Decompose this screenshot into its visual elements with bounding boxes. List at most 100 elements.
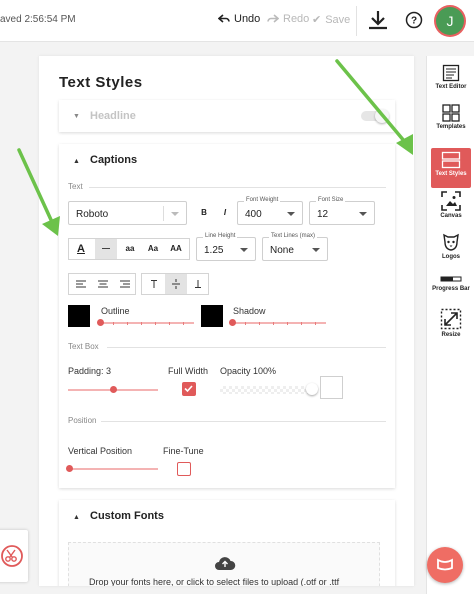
- resize-icon: [440, 308, 462, 330]
- chevron-up-icon[interactable]: ▲: [73, 158, 80, 165]
- rail-item-text-editor[interactable]: Text Editor: [431, 64, 471, 90]
- case-none-button[interactable]: —: [95, 239, 117, 259]
- rail-item-progress-bar[interactable]: Progress Bar: [431, 274, 471, 292]
- top-bar: aved 2:56:54 PM Undo Redo ✔ Save ? J: [0, 0, 474, 42]
- outline-slider-thumb[interactable]: [97, 319, 104, 326]
- chat-button[interactable]: [427, 547, 463, 583]
- text-styles-panel: Text Styles ▼ Headline ▲ Captions Text R…: [39, 56, 414, 586]
- save-button[interactable]: ✔ Save: [312, 13, 351, 27]
- rail-label: Progress Bar: [432, 286, 470, 292]
- shadow-slider-thumb[interactable]: [229, 319, 236, 326]
- full-width-checkbox[interactable]: [182, 382, 196, 396]
- opacity-slider[interactable]: [220, 383, 318, 395]
- scissors-icon: [1, 545, 23, 567]
- shadow-slider[interactable]: [229, 319, 326, 326]
- align-right-icon[interactable]: [114, 274, 136, 294]
- fine-tune-label: Fine-Tune: [163, 446, 204, 456]
- chevron-down-icon: [312, 248, 320, 252]
- outline-slider[interactable]: [97, 319, 194, 326]
- font-dropzone[interactable]: Drop your fonts here, or click to select…: [68, 542, 380, 586]
- case-lower-button[interactable]: aa: [119, 239, 141, 259]
- font-family-value: Roboto: [76, 209, 109, 220]
- outline-color-swatch[interactable]: [68, 305, 90, 327]
- font-weight-value: 400: [245, 209, 262, 220]
- headline-toggle[interactable]: [361, 109, 389, 123]
- save-label: Save: [325, 13, 351, 26]
- shadow-label: Shadow: [233, 306, 266, 316]
- rail-label: Canvas: [440, 213, 462, 219]
- rail-item-text-styles[interactable]: Text Styles: [431, 148, 471, 188]
- vertical-position-slider[interactable]: [66, 465, 158, 472]
- line-height-label: Line Height: [203, 233, 238, 239]
- rail-item-logos[interactable]: Logos: [431, 232, 471, 260]
- outline-label: Outline: [101, 306, 130, 316]
- text-case-group: A — aa Aa AA: [68, 238, 190, 260]
- padding-slider-thumb[interactable]: [110, 386, 117, 393]
- vertical-position-label: Vertical Position: [68, 446, 133, 456]
- cloud-upload-icon: [215, 557, 236, 570]
- saved-status: aved 2:56:54 PM: [0, 14, 76, 25]
- text-lines-value: None: [270, 245, 294, 256]
- headline-section[interactable]: ▼ Headline: [59, 100, 395, 132]
- rail-item-resize[interactable]: Resize: [431, 308, 471, 338]
- redo-button[interactable]: Redo: [267, 13, 309, 25]
- avatar[interactable]: J: [436, 7, 464, 35]
- svg-text:?: ?: [411, 16, 417, 27]
- vertical-position-slider-thumb[interactable]: [66, 465, 73, 472]
- case-upper-button[interactable]: AA: [165, 239, 187, 259]
- line-height-select[interactable]: Line Height 1.25: [196, 233, 256, 261]
- align-center-icon[interactable]: [92, 274, 114, 294]
- text-editor-icon: [442, 64, 460, 82]
- fine-tune-checkbox[interactable]: [177, 462, 191, 476]
- undo-button[interactable]: Undo: [218, 13, 260, 25]
- rail-item-templates[interactable]: Templates: [431, 104, 471, 130]
- bold-button[interactable]: B: [193, 203, 215, 223]
- help-icon[interactable]: ?: [405, 11, 423, 29]
- align-middle-icon[interactable]: [165, 274, 187, 294]
- text-box-section-label: Text Box: [68, 342, 99, 351]
- align-top-icon[interactable]: [143, 274, 165, 294]
- line-height-value: 1.25: [204, 245, 224, 256]
- font-size-value: 12: [317, 209, 329, 220]
- custom-fonts-title: Custom Fonts: [90, 510, 164, 522]
- download-icon[interactable]: [366, 9, 390, 33]
- canvas-icon: [441, 191, 461, 211]
- text-color-button[interactable]: A: [69, 239, 93, 259]
- opacity-slider-thumb[interactable]: [306, 383, 318, 395]
- divider: [89, 187, 386, 188]
- undo-label: Undo: [234, 13, 261, 25]
- italic-button[interactable]: I: [214, 203, 236, 223]
- align-left-icon[interactable]: [70, 274, 92, 294]
- scissors-button[interactable]: [0, 530, 28, 582]
- font-weight-select[interactable]: Font Weight 400: [237, 197, 303, 225]
- chevron-down-icon: [171, 212, 179, 216]
- headline-label: Headline: [90, 110, 136, 122]
- padding-slider[interactable]: [68, 386, 158, 393]
- align-group: [68, 273, 136, 295]
- shadow-color-swatch[interactable]: [201, 305, 223, 327]
- rail-item-canvas[interactable]: Canvas: [431, 191, 471, 219]
- chevron-down-icon: [359, 212, 367, 216]
- panel-title: Text Styles: [59, 74, 143, 91]
- font-family-select[interactable]: Roboto: [68, 201, 187, 225]
- chevron-down-icon: ▼: [73, 113, 80, 120]
- progress-bar-icon: [440, 276, 462, 282]
- captions-section: ▲ Captions Text Roboto B I Font Weight 4…: [59, 144, 395, 488]
- case-capitalize-button[interactable]: Aa: [142, 239, 164, 259]
- rail-label: Resize: [441, 332, 461, 338]
- redo-icon: [267, 14, 279, 23]
- check-icon: ✔: [312, 14, 322, 26]
- position-section-label: Position: [68, 416, 97, 425]
- text-lines-select[interactable]: Text Lines (max) None: [262, 233, 328, 261]
- align-bottom-icon[interactable]: [187, 274, 209, 294]
- chevron-up-icon[interactable]: ▲: [73, 514, 80, 521]
- background-color-swatch[interactable]: [320, 376, 343, 399]
- redo-label: Redo: [283, 13, 310, 25]
- custom-fonts-section: ▲ Custom Fonts Drop your fonts here, or …: [59, 500, 395, 586]
- templates-icon: [442, 104, 460, 122]
- chevron-down-icon: [287, 212, 295, 216]
- font-size-select[interactable]: Font Size 12: [309, 197, 375, 225]
- divider: [107, 347, 386, 348]
- captions-title: Captions: [90, 154, 138, 166]
- check-icon: [184, 385, 193, 393]
